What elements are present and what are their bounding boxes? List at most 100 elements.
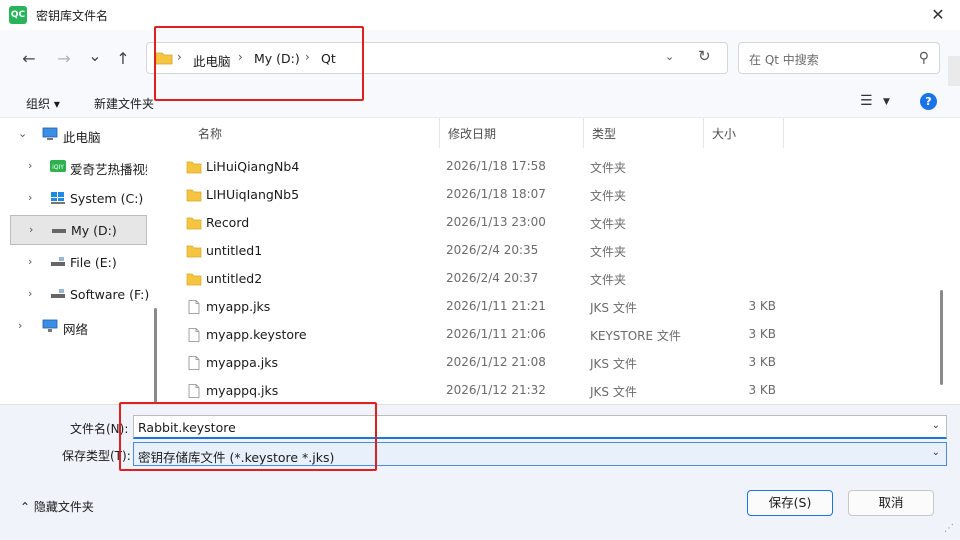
- file-icon: [188, 300, 200, 314]
- app-icon: QC: [9, 6, 27, 24]
- help-icon[interactable]: ?: [920, 93, 937, 110]
- column-header-size[interactable]: 大小: [704, 118, 784, 148]
- file-name: Record: [206, 215, 250, 230]
- expand-icon[interactable]: ›: [29, 223, 33, 236]
- column-header-type[interactable]: 类型: [584, 118, 704, 148]
- file-type: JKS 文件: [590, 385, 637, 399]
- breadcrumb-separator: ›: [238, 50, 243, 64]
- cancel-button[interactable]: 取消: [848, 490, 934, 516]
- resize-grip-icon[interactable]: ⋰: [944, 523, 954, 534]
- window-title: 密钥库文件名: [36, 9, 109, 23]
- file-name: LIHUiqIangNb5: [206, 187, 300, 202]
- expand-icon[interactable]: ›: [28, 255, 32, 268]
- folder-icon: [186, 273, 202, 286]
- toolbar: 组织 ▾ 新建文件夹 ☰ ▼ ?: [0, 86, 960, 118]
- file-row[interactable]: myapp.keystore 2026/1/11 21:06 KEYSTORE 文件…: [164, 321, 946, 349]
- address-bar[interactable]: › 此电脑 › My (D:) › Qt: [146, 42, 728, 74]
- file-type: 文件夹: [590, 189, 627, 203]
- new-folder-button[interactable]: 新建文件夹: [94, 95, 154, 112]
- expand-icon[interactable]: ›: [28, 191, 32, 204]
- sidebar-item-file-e[interactable]: › File (E:): [10, 248, 147, 278]
- search-input[interactable]: 在 Qt 中搜索 ⚲: [738, 42, 940, 74]
- iqiyi-icon: iQIY: [50, 160, 66, 172]
- sidebar-item-this-pc[interactable]: ⌄ 此电脑: [10, 120, 147, 150]
- close-button[interactable]: ✕: [928, 5, 948, 25]
- file-type: 文件夹: [590, 245, 627, 259]
- file-row[interactable]: untitled1 2026/2/4 20:35 文件夹: [164, 237, 946, 265]
- sidebar-item-my-d[interactable]: › My (D:): [10, 215, 147, 245]
- file-row[interactable]: myapp.jks 2026/1/11 21:21 JKS 文件 3 KB: [164, 293, 946, 321]
- folder-icon: [186, 189, 202, 202]
- view-dropdown-icon[interactable]: ▼: [883, 97, 890, 107]
- file-type: JKS 文件: [590, 301, 637, 315]
- file-type: JKS 文件: [590, 357, 637, 371]
- chevron-down-icon[interactable]: ⌄: [932, 447, 940, 458]
- folder-icon: [186, 217, 202, 230]
- folder-icon: [186, 245, 202, 258]
- column-label: 大小: [712, 127, 737, 141]
- file-date: 2026/1/13 23:00: [446, 215, 546, 229]
- breadcrumb-separator: ›: [177, 50, 182, 64]
- save-button[interactable]: 保存(S): [747, 490, 833, 516]
- address-dropdown-icon[interactable]: ⌄: [665, 50, 674, 63]
- file-name: myappa.jks: [206, 355, 278, 370]
- file-row[interactable]: myappq.jks 2026/1/12 21:32 JKS 文件 3 KB: [164, 377, 946, 404]
- column-header-date[interactable]: 修改日期: [440, 118, 584, 148]
- file-name: myapp.keystore: [206, 327, 307, 342]
- file-size: 3 KB: [748, 299, 776, 313]
- filename-input[interactable]: Rabbit.keystore ⌄: [133, 415, 947, 439]
- file-list-scrollbar[interactable]: [940, 290, 943, 385]
- sidebar-item-label: 网络: [63, 322, 89, 337]
- sidebar-item-software-f[interactable]: › Software (F:): [10, 280, 149, 310]
- column-header-name[interactable]: 名称 ^: [164, 118, 440, 148]
- file-date: 2026/1/12 21:32: [446, 383, 546, 397]
- column-label: 名称: [198, 127, 223, 141]
- organize-menu[interactable]: 组织 ▾: [26, 95, 60, 112]
- file-icon: [188, 356, 200, 370]
- refresh-icon[interactable]: ↻: [698, 47, 711, 65]
- sidebar-item-label: File (E:): [70, 255, 117, 270]
- sidebar-item-network[interactable]: › 网络: [10, 312, 147, 342]
- file-row[interactable]: myappa.jks 2026/1/12 21:08 JKS 文件 3 KB: [164, 349, 946, 377]
- sidebar-item-system-c[interactable]: › System (C:): [10, 184, 147, 214]
- collapse-icon[interactable]: ⌄: [18, 127, 27, 140]
- filetype-select[interactable]: 密钥存储库文件 (*.keystore *.jks) ⌄: [133, 442, 947, 466]
- sidebar-item-label: System (C:): [70, 191, 144, 206]
- expand-icon[interactable]: ›: [18, 319, 22, 332]
- chevron-down-icon[interactable]: ⌄: [932, 420, 940, 431]
- file-row[interactable]: Record 2026/1/13 23:00 文件夹: [164, 209, 946, 237]
- filetype-label: 保存类型(T):: [62, 449, 131, 463]
- column-label: 修改日期: [448, 127, 497, 141]
- file-date: 2026/1/18 18:07: [446, 187, 546, 201]
- hide-folders-toggle[interactable]: ⌃ 隐藏文件夹: [20, 498, 94, 515]
- save-form: 文件名(N): Rabbit.keystore ⌄ 保存类型(T): 密钥存储库…: [0, 404, 960, 540]
- up-button[interactable]: ↑: [111, 47, 135, 71]
- drive-icon: [51, 289, 65, 298]
- expand-icon[interactable]: ›: [28, 159, 32, 172]
- file-row[interactable]: LiHuiQiangNb4 2026/1/18 17:58 文件夹: [164, 153, 946, 181]
- breadcrumb-qt[interactable]: Qt: [321, 51, 336, 66]
- file-icon: [188, 328, 200, 342]
- windows-drive-icon: [51, 192, 65, 204]
- file-name: myapp.jks: [206, 299, 271, 314]
- file-row[interactable]: untitled2 2026/2/4 20:37 文件夹: [164, 265, 946, 293]
- file-icon: [188, 384, 200, 398]
- breadcrumb-separator: ›: [305, 50, 310, 64]
- recent-locations-button[interactable]: ⌄: [83, 44, 107, 68]
- file-row[interactable]: LIHUiqIangNb5 2026/1/18 18:07 文件夹: [164, 181, 946, 209]
- folder-icon: [155, 52, 173, 65]
- search-icon[interactable]: ⚲: [919, 50, 929, 66]
- breadcrumb-my-d[interactable]: My (D:): [254, 51, 300, 66]
- view-options-icon[interactable]: ☰: [860, 93, 873, 109]
- sort-ascending-icon: ^: [312, 118, 321, 125]
- forward-button[interactable]: →: [52, 47, 76, 71]
- file-name: untitled2: [206, 271, 263, 286]
- file-type: KEYSTORE 文件: [590, 329, 681, 343]
- title-bar: QC 密钥库文件名 ✕: [0, 0, 960, 30]
- expand-icon[interactable]: ›: [28, 287, 32, 300]
- sidebar-item-iqiyi[interactable]: › iQIY 爱奇艺热播视频: [10, 152, 147, 182]
- file-date: 2026/1/11 21:21: [446, 299, 546, 313]
- back-button[interactable]: ←: [17, 47, 41, 71]
- file-type: 文件夹: [590, 217, 627, 231]
- breadcrumb-this-pc[interactable]: 此电脑: [193, 51, 231, 70]
